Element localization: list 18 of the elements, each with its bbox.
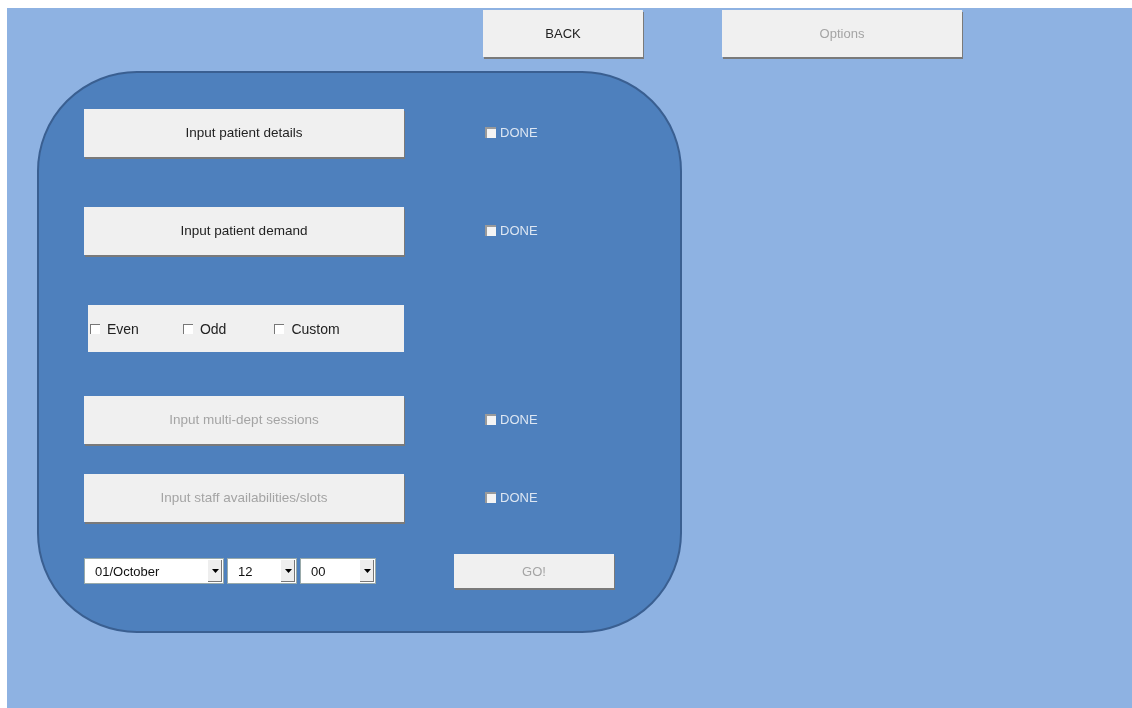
done-label: DONE [500,490,538,505]
option-label: Even [107,320,139,337]
dropdown[interactable]: 12 [227,558,297,584]
option-checkbox[interactable] [182,323,193,334]
task-button[interactable]: Input patient demand [84,206,404,255]
done-label: DONE [500,223,538,238]
dropdown[interactable]: 00 [300,558,376,584]
option-label: Custom [291,320,340,337]
task-button[interactable]: Input patient details [84,108,404,157]
option-checkbox[interactable] [274,323,285,334]
done-label: DONE [500,412,538,427]
top-button[interactable]: BACK [483,10,643,57]
done-checkbox[interactable] [485,225,496,236]
dropdown[interactable]: 01/October [84,558,224,584]
done-label: DONE [500,125,538,140]
option-checkbox[interactable] [90,323,100,334]
done-checkbox[interactable] [485,127,496,138]
option-label: Odd [199,320,227,337]
